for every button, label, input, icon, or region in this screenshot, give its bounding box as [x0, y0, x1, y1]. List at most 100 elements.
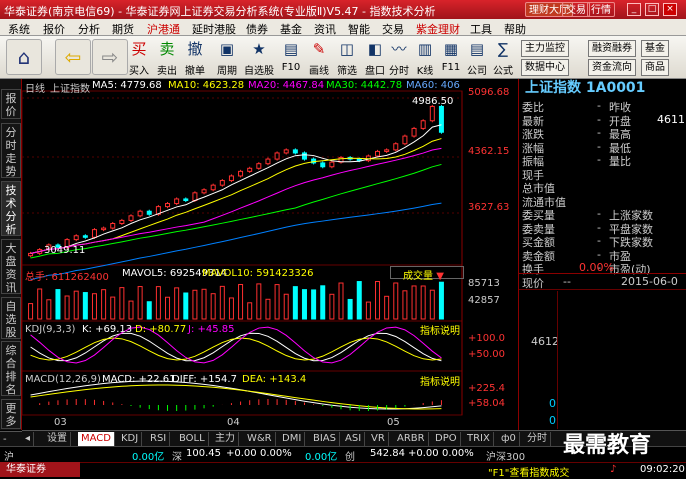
menu-news[interactable]: 资讯 — [314, 21, 336, 37]
menu-bonds[interactable]: 债券 — [246, 21, 268, 37]
tab-main-force[interactable]: 主力 — [212, 432, 239, 446]
home-icon[interactable]: ⌂ — [6, 39, 42, 75]
watchlist-button[interactable]: ★ 自选股 — [244, 38, 274, 77]
menu-analysis[interactable]: 分析 — [78, 21, 100, 37]
menu-quote[interactable]: 报价 — [43, 21, 65, 37]
tab-dmi[interactable]: DMI — [279, 432, 306, 446]
toolbar: ⌂ ⇦ ⇨ 买买入 卖卖出 撤撤单 ▣ 周期 ★ 自选股 ▤ F10 ✎ 画线 ◫ 筛选 … — [0, 36, 686, 79]
tab-rsi[interactable]: RSI — [147, 432, 171, 446]
nav-watchlist[interactable]: 自选股 — [1, 297, 21, 339]
kdj-help-button[interactable]: 指标说明 — [420, 322, 460, 337]
divider — [519, 273, 686, 274]
tab-scroll-left-icon[interactable]: ◂ — [22, 432, 35, 446]
menu-hk-connect[interactable]: 沪港通 — [147, 21, 180, 37]
candle-body — [110, 222, 116, 229]
volume-bar — [201, 288, 207, 320]
macd-help-button[interactable]: 指标说明 — [420, 373, 460, 388]
volume-bar — [438, 281, 444, 320]
nav-intraday[interactable]: 分时走势 — [1, 123, 21, 178]
quote-button[interactable]: 行情 — [587, 2, 615, 17]
forward-arrow-icon[interactable]: ⇨ — [92, 39, 128, 75]
tab-vr[interactable]: VR — [368, 432, 389, 446]
mini-chart-value: 4612 — [531, 335, 559, 348]
volume-bar — [119, 287, 125, 320]
tab-other[interactable]: ф0 — [498, 432, 520, 446]
tab-arbr[interactable]: ARBR — [394, 432, 429, 446]
macd-label: MACD(12,26,9) — [25, 374, 101, 385]
menu-futures[interactable]: 期货 — [112, 21, 134, 37]
status-sh: 沪 — [4, 452, 14, 463]
tab-intraday[interactable]: 分时 — [524, 432, 551, 446]
menu-wealth[interactable]: 紫金理财 — [416, 21, 460, 37]
nav-more[interactable]: 更多 — [1, 399, 21, 429]
candle-body — [256, 163, 262, 169]
menu-smart[interactable]: 智能 — [348, 21, 370, 37]
volume-bar — [393, 282, 399, 320]
ma20-label: MA20: 4467.84 — [248, 80, 325, 91]
maximize-icon[interactable]: □ — [645, 3, 659, 16]
sell-button[interactable]: 卖卖出 — [152, 38, 182, 77]
trade-button[interactable]: 交易 — [562, 2, 590, 17]
buy-button[interactable]: 买买入 — [124, 38, 154, 77]
f10-icon: ▤ — [283, 40, 299, 58]
mini-zero-1: 0 — [549, 397, 556, 410]
bell-icon[interactable]: ♪ — [610, 464, 616, 475]
filter-button[interactable]: ◫ 筛选 — [332, 38, 362, 77]
nav-ranking[interactable]: 综合排名 — [1, 341, 21, 396]
nav-quote[interactable]: 报价 — [1, 89, 21, 119]
menu-trade[interactable]: 交易 — [382, 21, 404, 37]
tab-bias[interactable]: BIAS — [310, 432, 340, 446]
candle-body — [375, 150, 381, 157]
formula-button[interactable]: ∑ 公式 — [488, 38, 518, 77]
volume-bar — [365, 301, 371, 320]
tab-boll[interactable]: BOLL — [176, 432, 209, 446]
tab-macd[interactable]: MACD — [78, 432, 115, 446]
tab-settings[interactable]: 设置 — [44, 432, 71, 446]
tab-kdj[interactable]: KDJ — [118, 432, 143, 446]
candle-body — [73, 235, 79, 241]
nav-technical[interactable]: 技术分析 — [1, 181, 21, 236]
divider — [519, 289, 686, 290]
draw-line-button[interactable]: ✎ 画线 — [304, 38, 334, 77]
data-center-button[interactable]: 数据中心 — [521, 59, 569, 76]
macd-axis-high: +225.4 — [468, 383, 506, 394]
filter-icon: ◫ — [339, 40, 355, 58]
mavol10-label: MAVOL10: 591423326 — [202, 268, 314, 279]
quote-row-dash: - — [597, 99, 601, 112]
close-icon[interactable]: × — [663, 3, 677, 16]
fund-flow-button[interactable]: 资金流向 — [588, 59, 636, 76]
volume-dropdown[interactable]: 成交量 ▼ — [390, 266, 464, 282]
fund-button[interactable]: 基金 — [641, 40, 669, 57]
tab-dpo[interactable]: DPO — [432, 432, 461, 446]
volume-bar — [183, 292, 189, 320]
margin-trading-button[interactable]: 融资融券 — [588, 40, 636, 57]
volume-bar — [37, 288, 43, 320]
volume-bar — [210, 293, 216, 320]
menu-hk-delayed[interactable]: 延时港股 — [192, 21, 236, 37]
candle-body — [356, 158, 362, 162]
volume-bar — [174, 287, 180, 320]
minimize-icon[interactable]: _ — [627, 3, 641, 16]
tab-trix[interactable]: TRIX — [464, 432, 494, 446]
y-axis-mid: 4362.15 — [468, 146, 510, 157]
period-button[interactable]: ▣ 周期 — [212, 38, 242, 77]
minus-icon[interactable]: - — [0, 434, 7, 445]
menu-system[interactable]: 系统 — [8, 21, 30, 37]
nav-market-news[interactable]: 大盘资讯 — [1, 239, 21, 294]
menu-tools[interactable]: 工具 — [470, 21, 492, 37]
f10-button[interactable]: ▤ F10 — [276, 38, 306, 77]
tab-asi[interactable]: ASI — [342, 432, 366, 446]
quote-title: 上证指数 1A0001 — [525, 80, 646, 96]
main-force-monitor-button[interactable]: 主力监控 — [521, 40, 569, 57]
candle-body — [119, 219, 125, 224]
tab-wr[interactable]: W&R — [244, 432, 276, 446]
menu-funds[interactable]: 基金 — [280, 21, 302, 37]
chart-area[interactable]: 日线 上证指数 MA5: 4779.68 MA10: 4623.28 MA20:… — [22, 79, 518, 430]
commodity-button[interactable]: 商品 — [641, 59, 669, 76]
cancel-order-button[interactable]: 撤撤单 — [180, 38, 210, 77]
menu-help[interactable]: 帮助 — [504, 21, 526, 37]
dropdown-arrow-icon: ▼ — [436, 271, 444, 282]
volume-bar — [28, 303, 34, 320]
price-dash: -- — [563, 275, 571, 288]
back-arrow-icon[interactable]: ⇦ — [55, 39, 91, 75]
